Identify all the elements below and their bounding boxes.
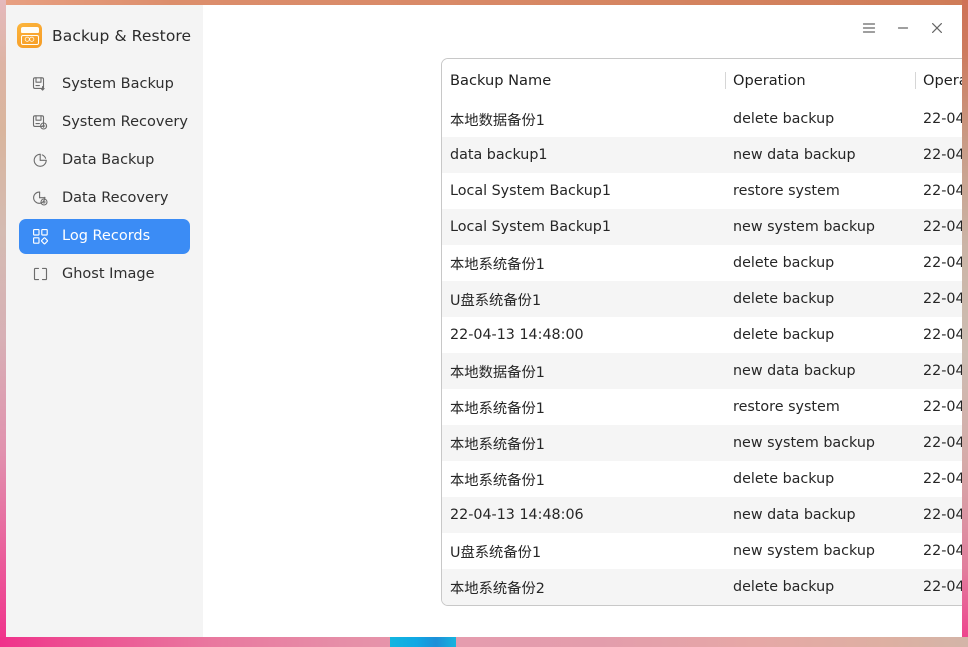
table-row[interactable]: 本地系统备份1 delete backup 22-04-27 11:09:41 — [442, 245, 962, 281]
sidebar-item-label: System Recovery — [62, 114, 188, 131]
sidebar: Backup & Restore System Backup System Re… — [6, 5, 203, 637]
main-content: Backup Name Operation Operation Time 本地数… — [203, 5, 962, 637]
cell-backup-name: U盘系统备份1 — [450, 292, 542, 309]
sidebar-item-system-recovery[interactable]: System Recovery — [19, 105, 190, 140]
cell-operation-time: 22-04-19 11:13:45 — [923, 363, 962, 379]
sidebar-item-log-records[interactable]: Log Records — [19, 219, 190, 254]
sidebar-item-label: System Backup — [62, 76, 174, 93]
table-body-container: Backup Name Operation Operation Time 本地数… — [442, 59, 962, 605]
cell-operation: new data backup — [733, 507, 856, 523]
cell-backup-name: 本地系统备份1 — [450, 400, 545, 417]
cell-operation: delete backup — [733, 255, 835, 271]
cell-operation: delete backup — [733, 579, 835, 595]
table-row[interactable]: 本地系统备份2 delete backup 22-04-06 18:06:38 — [442, 569, 962, 605]
table-row[interactable]: U盘系统备份1 new system backup 22-04-08 09:28:1… — [442, 533, 962, 569]
hamburger-menu-icon[interactable] — [852, 11, 886, 45]
cell-operation-time: 22-04-27 14:51:22 — [923, 183, 962, 199]
sidebar-item-label: Data Recovery — [62, 190, 169, 207]
cell-backup-name: 本地数据备份1 — [450, 364, 545, 381]
data-backup-icon — [32, 152, 49, 169]
column-header-backup-name[interactable]: Backup Name — [442, 72, 725, 89]
cell-operation: restore system — [733, 183, 840, 199]
cell-backup-name: Local System Backup1 — [450, 219, 611, 235]
cell-operation: new data backup — [733, 363, 856, 379]
cell-backup-name: 本地系统备份2 — [450, 580, 545, 597]
cell-backup-name: 本地系统备份1 — [450, 256, 545, 273]
cell-backup-name: U盘系统备份1 — [450, 544, 542, 561]
cell-operation-time: 22-04-19 10:56:51 — [923, 399, 962, 415]
cell-operation: new system backup — [733, 219, 875, 235]
cell-operation: delete backup — [733, 291, 835, 307]
cell-backup-name: 22-04-13 14:48:00 — [450, 327, 584, 343]
cell-backup-name: 本地系统备份1 — [450, 436, 545, 453]
column-header-operation[interactable]: Operation — [725, 72, 915, 89]
cell-operation-time: 22-04-19 11:14:01 — [923, 327, 962, 343]
close-icon[interactable] — [920, 11, 954, 45]
log-records-icon — [32, 228, 49, 245]
system-backup-icon — [32, 76, 49, 93]
window-bottom-accent — [390, 637, 456, 647]
cell-operation-time: 22-04-27 14:55:20 — [923, 147, 962, 163]
ghost-image-icon — [32, 266, 49, 283]
window-bottom-border — [0, 637, 968, 647]
table-row[interactable]: 本地系统备份1 new system backup 22-04-19 10:19:3… — [442, 425, 962, 461]
application-window: Backup & Restore System Backup System Re… — [6, 5, 962, 637]
table-row[interactable]: 本地系统备份1 delete backup 22-04-19 09:39:49 — [442, 461, 962, 497]
sidebar-item-label: Data Backup — [62, 152, 155, 169]
window-controls — [852, 5, 954, 51]
sidebar-item-system-backup[interactable]: System Backup — [19, 67, 190, 102]
table-rows: 本地数据备份1 delete backup 22-04-27 14:55:32 dat… — [442, 101, 962, 605]
cell-operation: new data backup — [733, 147, 856, 163]
sidebar-item-label: Log Records — [62, 228, 151, 245]
column-header-operation-time[interactable]: Operation Time — [915, 72, 962, 89]
cell-operation-time: 22-04-19 09:39:49 — [923, 471, 962, 487]
cell-operation: delete backup — [733, 111, 835, 127]
sidebar-item-label: Ghost Image — [62, 266, 155, 283]
table-row[interactable]: 本地数据备份1 delete backup 22-04-27 14:55:32 — [442, 101, 962, 137]
window-right-border — [962, 0, 968, 647]
cell-backup-name: data backup1 — [450, 147, 548, 163]
cell-backup-name: 本地数据备份1 — [450, 112, 545, 129]
cell-operation-time: 22-04-27 14:55:32 — [923, 111, 962, 127]
backup-restore-app-icon — [17, 23, 42, 48]
sidebar-nav: System Backup System Recovery Data Backu… — [6, 67, 203, 292]
table-row[interactable]: Local System Backup1 new system backup 22-… — [442, 209, 962, 245]
table-row[interactable]: U盘系统备份1 delete backup 22-04-19 13:33:53 — [442, 281, 962, 317]
table-row[interactable]: 22-04-13 14:48:06 new data backup 22-04-13… — [442, 497, 962, 533]
cell-operation-time: 22-04-19 10:19:38 — [923, 435, 962, 451]
sidebar-item-data-recovery[interactable]: Data Recovery — [19, 181, 190, 216]
cell-operation-time: 22-04-06 18:06:38 — [923, 579, 962, 595]
sidebar-item-data-backup[interactable]: Data Backup — [19, 143, 190, 178]
cell-operation: delete backup — [733, 327, 835, 343]
system-recovery-icon — [32, 114, 49, 131]
cell-operation-time: 22-04-13 14:48:06 — [923, 507, 962, 523]
app-branding: Backup & Restore — [6, 5, 203, 53]
table-row[interactable]: Local System Backup1 restore system 22-04-… — [442, 173, 962, 209]
desktop-frame: Backup & Restore System Backup System Re… — [0, 0, 968, 647]
table-row[interactable]: 本地数据备份1 new data backup 22-04-19 11:13:45 — [442, 353, 962, 389]
cell-operation: new system backup — [733, 543, 875, 559]
minimize-icon[interactable] — [886, 11, 920, 45]
log-records-table: Backup Name Operation Operation Time 本地数… — [441, 58, 962, 606]
cell-backup-name: Local System Backup1 — [450, 183, 611, 199]
app-title: Backup & Restore — [52, 26, 192, 45]
cell-operation: delete backup — [733, 471, 835, 487]
cell-backup-name: 本地系统备份1 — [450, 472, 545, 489]
cell-operation: new system backup — [733, 435, 875, 451]
table-row[interactable]: 22-04-13 14:48:00 delete backup 22-04-19 1… — [442, 317, 962, 353]
cell-operation: restore system — [733, 399, 840, 415]
cell-operation-time: 22-04-27 14:36:27 — [923, 219, 962, 235]
data-recovery-icon — [32, 190, 49, 207]
table-row[interactable]: 本地系统备份1 restore system 22-04-19 10:56:51 — [442, 389, 962, 425]
table-row[interactable]: data backup1 new data backup 22-04-27 14:5… — [442, 137, 962, 173]
sidebar-item-ghost-image[interactable]: Ghost Image — [19, 257, 190, 292]
table-header-row: Backup Name Operation Operation Time — [442, 59, 962, 101]
cell-operation-time: 22-04-19 13:33:53 — [923, 291, 962, 307]
cell-backup-name: 22-04-13 14:48:06 — [450, 507, 584, 523]
cell-operation-time: 22-04-08 09:28:12 — [923, 543, 962, 559]
cell-operation-time: 22-04-27 11:09:41 — [923, 255, 962, 271]
